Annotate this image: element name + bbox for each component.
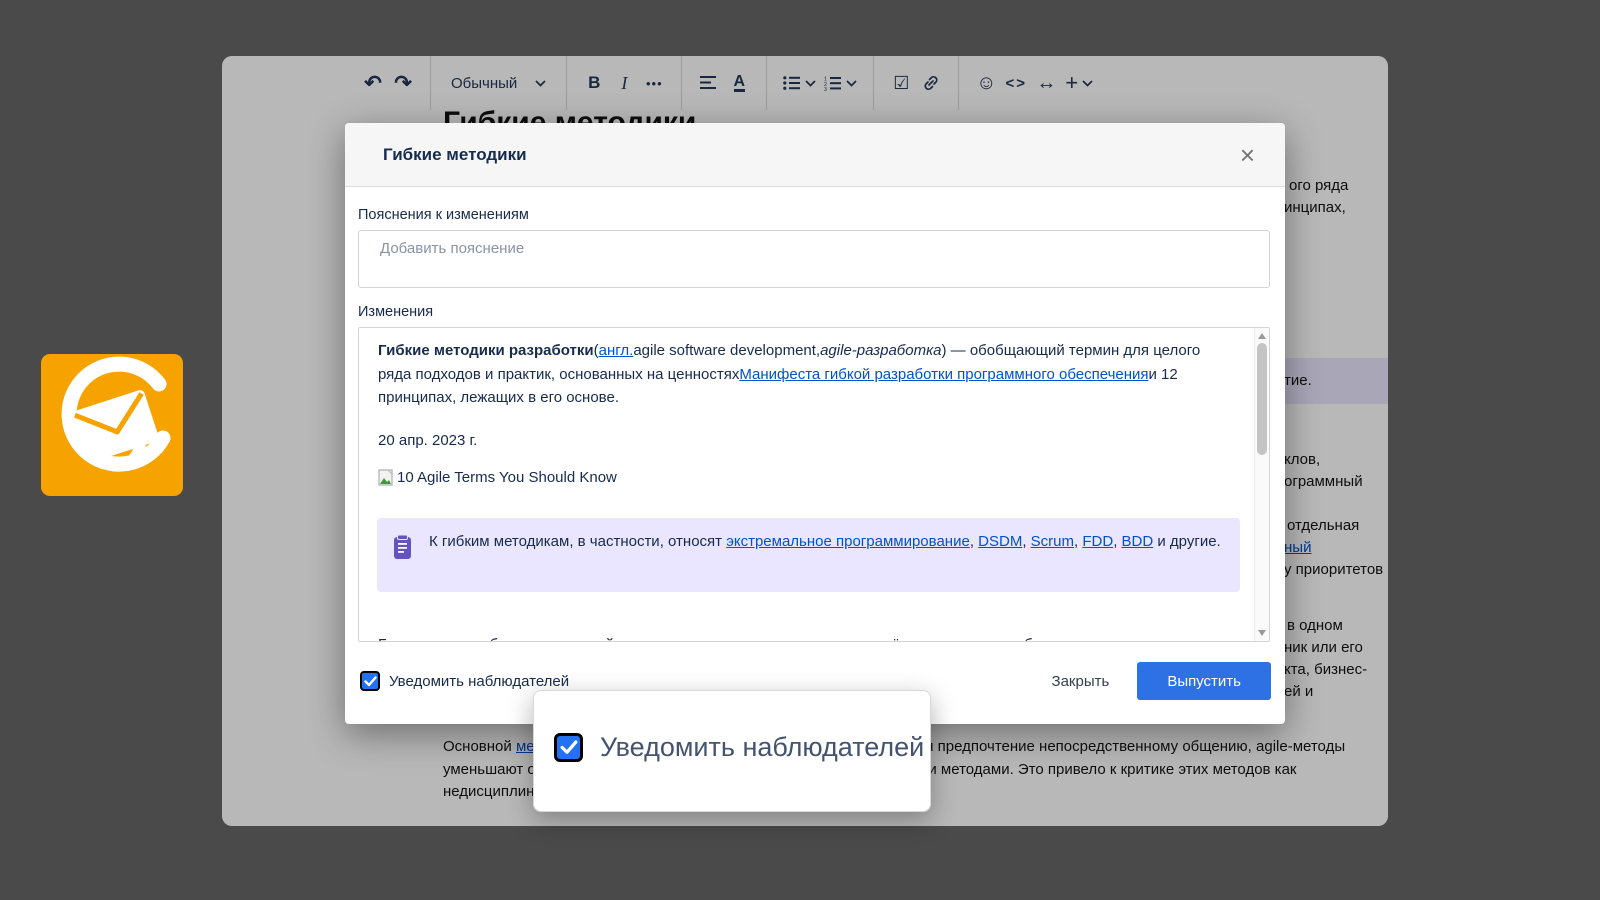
preview-paragraph: Гибкие методики разработки(англ.agile so… (378, 339, 1223, 410)
xp-link[interactable]: экстремальное программирование (726, 533, 970, 550)
magnified-notify-checkbox[interactable] (554, 733, 583, 762)
dialog-body: Пояснения к изменениям Изменения Гибкие … (345, 187, 1285, 642)
preview-content: Гибкие методики разработки(англ.agile so… (378, 339, 1223, 490)
broken-image-icon (378, 469, 395, 486)
info-panel-text: К гибким методикам, в частности, относят… (429, 530, 1221, 553)
close-icon[interactable]: × (1240, 142, 1255, 168)
preview-scrollbar[interactable] (1254, 328, 1269, 641)
magnifier-overlay: Уведомить наблюдателей (533, 690, 931, 812)
publish-button[interactable]: Выпустить (1137, 662, 1271, 700)
lang-link[interactable]: англ. (599, 342, 634, 359)
changes-preview: Гибкие методики разработки(англ.agile so… (358, 327, 1270, 642)
info-panel: К гибким методикам, в частности, относят… (377, 518, 1240, 592)
clipped-text-line: Большинство гибких методологий нацелены … (378, 636, 1236, 642)
check-icon (560, 740, 578, 755)
mail-swirl-icon (41, 354, 183, 496)
fdd-link[interactable]: FDD (1082, 533, 1113, 550)
text: , (1022, 533, 1030, 550)
italic-text: agile-разработка (820, 342, 941, 359)
notify-watchers-label: Уведомить наблюдателей (389, 673, 569, 690)
close-button[interactable]: Закрыть (1052, 673, 1110, 690)
image-alt-text: 10 Agile Terms You Should Know (397, 466, 617, 490)
bdd-link[interactable]: BDD (1122, 533, 1154, 550)
bold-text: Гибкие методики разработки (378, 342, 594, 359)
dialog-header: Гибкие методики × (345, 123, 1285, 187)
manifesto-link[interactable]: Манифеста гибкой разработки программного… (739, 366, 1148, 383)
text: К гибким методикам, в частности, относят (429, 533, 726, 550)
check-icon (364, 676, 377, 687)
note-icon (393, 535, 415, 561)
notify-watchers-checkbox[interactable] (360, 671, 380, 691)
notify-watchers-control[interactable]: Уведомить наблюдателей (360, 671, 1052, 691)
text: agile software development, (633, 342, 820, 359)
scrum-link[interactable]: Scrum (1031, 533, 1074, 550)
mail-notification-app-icon (41, 354, 183, 496)
text: и другие. (1153, 533, 1221, 550)
broken-image-line: 10 Agile Terms You Should Know (378, 466, 1223, 490)
dsdm-link[interactable]: DSDM (978, 533, 1022, 550)
dialog-title: Гибкие методики (383, 145, 1240, 165)
comment-input[interactable] (358, 230, 1270, 288)
publish-dialog: Гибкие методики × Пояснения к изменениям… (345, 123, 1285, 724)
scroll-up-icon[interactable] (1258, 333, 1266, 339)
text: , (1113, 533, 1121, 550)
scroll-down-icon[interactable] (1258, 630, 1266, 636)
changes-label: Изменения (358, 304, 1271, 320)
text: , (970, 533, 978, 550)
magnified-notify-label: Уведомить наблюдателей (600, 732, 924, 763)
date-text: 20 апр. 2023 г. (378, 429, 1223, 453)
scrollbar-thumb[interactable] (1257, 343, 1267, 455)
comment-label: Пояснения к изменениям (358, 207, 1271, 223)
